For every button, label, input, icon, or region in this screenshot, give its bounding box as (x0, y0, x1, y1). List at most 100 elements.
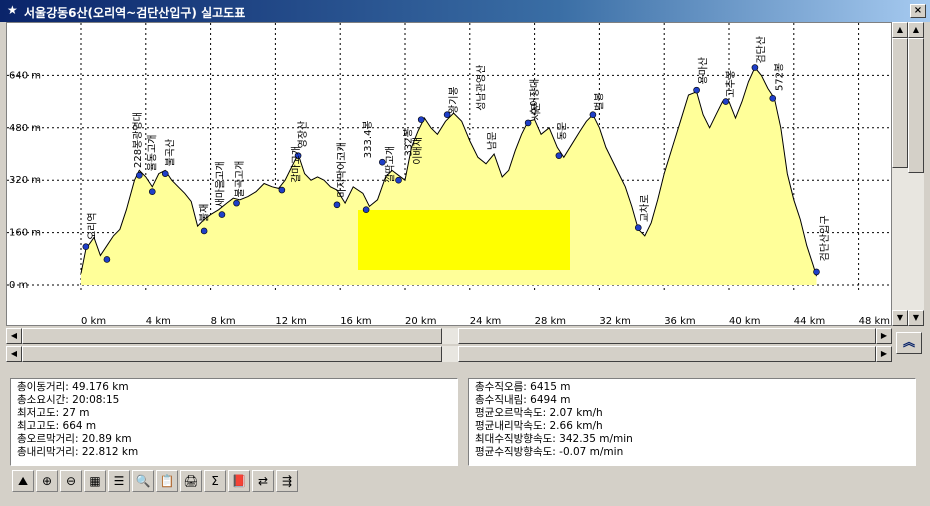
vertical-scrollbar[interactable]: ▲ ▼ (892, 22, 908, 326)
vertical-scroll-thumb[interactable] (892, 38, 908, 168)
waypoint-marker (751, 64, 759, 71)
horizontal-scroll-thumb-2[interactable] (22, 346, 442, 362)
waypoint-label: 불곡고개 (234, 161, 246, 198)
waypoint-label: 검단산입구 (818, 215, 831, 261)
info-line: 최저고도: 27 m (17, 407, 90, 419)
waypoint-label: 검단산 (756, 36, 768, 64)
info-line: 최고고도: 664 m (17, 420, 97, 432)
info-line: 총수직내림: 6494 m (475, 394, 571, 406)
waypoint-label: 교차로 (639, 194, 651, 222)
horizontal-scroll-thumb-2b[interactable] (458, 346, 876, 362)
info-line: 총이동거리: 49.176 km (17, 381, 129, 393)
waypoint-label: 용마산 (697, 57, 709, 85)
info-line: 최대수직방향속도: 342.35 m/min (475, 433, 633, 445)
zoom-out-button[interactable]: ⊖ (60, 470, 82, 492)
star-icon: ★ (7, 3, 18, 17)
highlight-box (358, 210, 570, 270)
book-icon: 📕 (231, 474, 247, 488)
waypoint-label: 333.4봉 (362, 120, 374, 158)
info-line: 총수직오름: 6415 m (475, 381, 571, 393)
grid-icon: ▦ (89, 474, 101, 488)
x-tick-label: 12 km (275, 316, 306, 325)
grid-button[interactable]: ▦ (84, 470, 106, 492)
x-tick-label: 24 km (470, 316, 501, 325)
y-tick-label: 640 m (9, 70, 41, 81)
print-button[interactable]: 🖨 (180, 470, 202, 492)
x-tick-label: 20 km (405, 316, 436, 325)
waypoint-marker (589, 111, 597, 118)
waypoint-label: 572봉 (773, 63, 785, 91)
waypoint-marker (161, 170, 169, 177)
scroll-right-icon[interactable]: ▶ (876, 328, 892, 344)
x-tick-label: 36 km (664, 316, 695, 325)
zoom-in-button[interactable]: ⊕ (36, 470, 58, 492)
waypoint-marker (813, 268, 820, 276)
window-title: 서울강동6산(오리역~검단산입구) 실고도표 (24, 6, 246, 20)
swap-button[interactable]: ⇄ (252, 470, 274, 492)
waypoint-label: 영장산 (297, 121, 309, 149)
waypoint-label: 새마을고개 (215, 161, 227, 207)
waypoint-marker (362, 206, 370, 213)
horizontal-scroll-thumb[interactable] (22, 328, 442, 344)
notes-button[interactable]: 📋 (156, 470, 178, 492)
vertical-scroll-thumb-2[interactable] (908, 38, 924, 173)
info-panel-left: 총이동거리: 49.176 km 총소요시간: 20:08:15 최저고도: 2… (10, 378, 458, 466)
info-panel-right: 총수직오름: 6415 m 총수직내림: 6494 m 평균오르막속도: 2.0… (468, 378, 916, 466)
print-icon: 🖨 (183, 474, 199, 488)
waypoint-label: 깔딱고개 (385, 146, 397, 183)
close-button[interactable]: × (910, 4, 926, 18)
waypoint-marker (278, 186, 286, 194)
scroll-left-icon-2[interactable]: ◀ (6, 346, 22, 362)
waypoint-marker (218, 211, 226, 218)
waypoint-marker (555, 152, 563, 159)
scroll-up-icon[interactable]: ▲ (892, 22, 908, 38)
scroll-down-icon-2[interactable]: ▼ (908, 310, 924, 326)
waypoint-marker (769, 95, 777, 102)
horizontal-scroll-thumb-b[interactable] (458, 328, 876, 344)
notes-icon: 📋 (159, 474, 175, 488)
scroll-right-icon-2[interactable]: ▶ (876, 346, 892, 362)
x-tick-label: 0 km (81, 316, 106, 325)
elevation-chart-svg: 0 km 4 km 8 km 12 km 16 km 20 km 24 km 28 km 32 … (7, 23, 891, 325)
y-tick-label: 320 m (9, 175, 41, 186)
waypoint-marker (693, 86, 700, 94)
waypoint-label: 불곡산 (164, 139, 176, 167)
x-tick-label: 8 km (211, 316, 236, 325)
map-view-icon: ⛰ (17, 474, 29, 488)
waypoint-label: 왕기봉 (448, 86, 460, 114)
horizontal-scrollbar-2[interactable]: ◀ ▶ (6, 346, 892, 362)
double-chevron-up-icon: ︽ (902, 335, 915, 349)
scroll-up-icon-2[interactable]: ▲ (908, 22, 924, 38)
waypoint-label: 수어장대 (529, 79, 541, 116)
waypoint-label: 불재 (198, 204, 210, 222)
search-icon: 🔍 (135, 474, 151, 488)
x-tick-label: 16 km (340, 316, 371, 325)
map-view-button[interactable]: ⛰ (12, 470, 34, 492)
collapse-button[interactable]: ︽ (896, 332, 922, 354)
book-button[interactable]: 📕 (228, 470, 250, 492)
waypoint-label: 오리역 (87, 212, 99, 240)
y-tick-label: 160 m (9, 228, 41, 239)
title-bar: ★ 서울강동6산(오리역~검단산입구) 실고도표 × (0, 0, 930, 22)
waypoint-marker (200, 227, 208, 235)
info-line: 평균수직방향속도: -0.07 m/min (475, 446, 624, 458)
info-line: 총소요시간: 20:08:15 (17, 394, 120, 406)
waypoint-marker (233, 199, 240, 207)
waypoint-label: 마지막이고개 (336, 142, 348, 197)
scroll-left-icon[interactable]: ◀ (6, 328, 22, 344)
info-line: 평균내리막속도: 2.66 km/h (475, 420, 603, 432)
info-line: 총오르막거리: 20.89 km (17, 433, 132, 445)
search-button[interactable]: 🔍 (132, 470, 154, 492)
sum-button[interactable]: Σ (204, 470, 226, 492)
horizontal-scrollbar[interactable]: ◀ ▶ (6, 328, 892, 344)
vertical-scrollbar-2[interactable]: ▲ ▼ (908, 22, 924, 326)
waypoint-label: 이배재 (412, 137, 424, 165)
export-button[interactable]: ⇶ (276, 470, 298, 492)
waypoint-marker (417, 116, 425, 123)
list-button[interactable]: ☰ (108, 470, 130, 492)
scroll-down-icon[interactable]: ▼ (892, 310, 908, 326)
waypoint-marker (634, 224, 642, 231)
waypoint-label: 성남관영산 (475, 65, 487, 111)
waypoint-marker (333, 201, 341, 209)
waypoint-label: 벌봉 (594, 92, 606, 110)
